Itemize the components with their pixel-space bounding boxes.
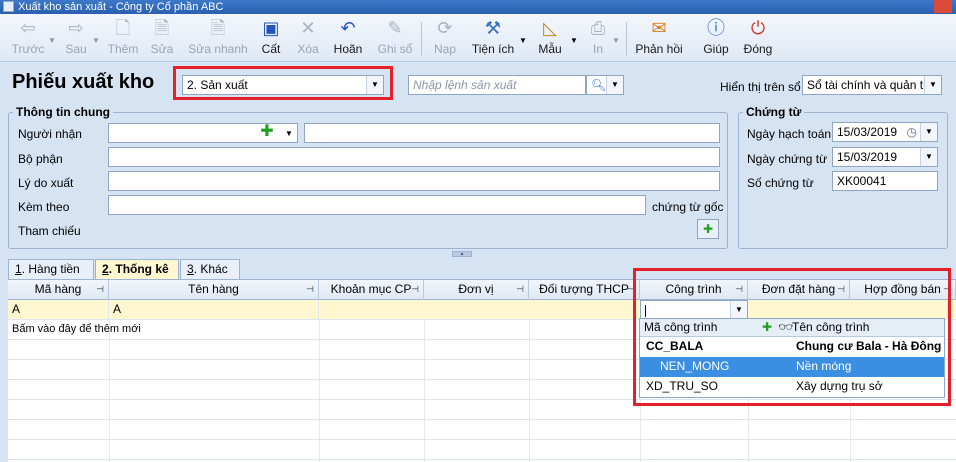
- cell-item-code[interactable]: A: [8, 300, 109, 320]
- toolbar-separator: [626, 22, 627, 56]
- toolbar-separator: [421, 22, 422, 56]
- highlight-box-project: [633, 268, 951, 406]
- toolbar: ⇦ Trước ▼ ⇨ Sau ▼ 🗋 Thêm 🗎 Sửa 🗎 Sửa nhanh ▣ C…: [0, 14, 956, 62]
- table-row: [8, 440, 956, 460]
- utilities-button[interactable]: ⚒ Tiện ích: [470, 14, 516, 62]
- col-header-cost-item[interactable]: Khoản mục CP ⊣: [319, 280, 424, 300]
- template-button[interactable]: ◺ Mẫu: [532, 14, 568, 62]
- pin-icon[interactable]: ⊣: [516, 280, 524, 299]
- app-icon: [3, 1, 14, 12]
- voucher-no-input[interactable]: XK00041: [832, 171, 938, 191]
- window-title: Xuất kho sản xuất - Công ty Cổ phần ABC: [18, 1, 224, 13]
- production-order-input[interactable]: Nhập lệnh sản xuất: [408, 75, 586, 95]
- attach-suffix: chứng từ gốc: [652, 200, 724, 214]
- quick-edit-button[interactable]: 🗎 Sửa nhanh: [186, 14, 250, 62]
- add-button[interactable]: 🗋 Thêm: [105, 14, 141, 62]
- search-button[interactable]: 🔍︎ ▼: [586, 75, 624, 95]
- voucher-type-select[interactable]: 2. Sản xuất ▼: [182, 75, 384, 95]
- print-button[interactable]: ⎙ In: [584, 14, 612, 62]
- chevron-down-icon[interactable]: ▼: [924, 76, 941, 94]
- cell-item-name[interactable]: A: [109, 300, 319, 320]
- power-icon: ⏻: [750, 18, 766, 38]
- department-label: Bộ phận: [18, 152, 63, 166]
- attach-label: Kèm theo: [18, 200, 70, 214]
- voucher-no-label: Số chứng từ: [747, 176, 814, 190]
- tab-thong-ke[interactable]: 2. Thống kê: [95, 259, 179, 279]
- new-doc-icon: 🗋: [115, 18, 131, 38]
- window-close-button[interactable]: [934, 0, 952, 13]
- edit-doc-icon: 🗎: [154, 18, 170, 38]
- chevron-down-icon[interactable]: ▼: [606, 76, 623, 94]
- search-icon: 🔍︎: [591, 78, 607, 92]
- recipient-dropdown-icon[interactable]: ▼: [285, 129, 293, 138]
- printer-icon: ⎙: [590, 18, 606, 38]
- table-row: [8, 420, 956, 440]
- close-button[interactable]: ⏻ Đóng: [740, 14, 776, 62]
- add-reference-icon[interactable]: ✚: [697, 219, 719, 239]
- prev-button[interactable]: ⇦ Trước: [8, 14, 48, 62]
- feedback-button[interactable]: ✉ Phản hồi: [632, 14, 686, 62]
- next-dropdown-icon[interactable]: ▼: [92, 36, 100, 45]
- quick-edit-icon: 🗎: [210, 18, 226, 38]
- tools-icon: ⚒: [484, 18, 502, 38]
- help-icon: ⓘ: [707, 18, 725, 38]
- add-new-hint[interactable]: Bấm vào đây để thêm mới: [8, 320, 308, 340]
- delete-button[interactable]: ✕ Xóa: [292, 14, 324, 62]
- reason-label: Lý do xuất: [18, 176, 74, 190]
- col-header-unit[interactable]: Đơn vị ⊣: [424, 280, 529, 300]
- pin-icon[interactable]: ⊣: [306, 280, 314, 299]
- attach-input[interactable]: [108, 195, 646, 215]
- display-book-label: Hiển thị trên sổ: [720, 80, 801, 94]
- help-button[interactable]: ⓘ Giúp: [700, 14, 732, 62]
- envelope-icon: ✉: [651, 18, 667, 38]
- voucher-date-input[interactable]: 15/03/2019 ▼: [832, 147, 938, 167]
- chevron-down-icon[interactable]: ▼: [920, 123, 937, 141]
- undo-button[interactable]: ↶ Hoãn: [330, 14, 366, 62]
- template-dropdown-icon[interactable]: ▼: [570, 36, 578, 45]
- ruler-icon: ◺: [543, 18, 557, 38]
- next-button[interactable]: ⇨ Sau: [60, 14, 92, 62]
- voucher-title: Chứng từ: [743, 105, 805, 119]
- col-header-cost-object[interactable]: Đối tượng THCP ⊣: [529, 280, 640, 300]
- chevron-down-icon[interactable]: ▼: [366, 76, 383, 94]
- title-bar: Xuất kho sản xuất - Công ty Cổ phần ABC: [0, 0, 956, 14]
- reason-input[interactable]: [108, 171, 720, 191]
- post-button[interactable]: ✎ Ghi sổ: [374, 14, 416, 62]
- arrow-right-icon: ⇨: [68, 18, 84, 38]
- add-recipient-icon[interactable]: ✚: [256, 123, 278, 143]
- pin-icon[interactable]: ⊣: [411, 280, 419, 299]
- load-button[interactable]: ⟳ Nạp: [428, 14, 462, 62]
- recipient-name-input[interactable]: [304, 123, 720, 143]
- floppy-icon: ▣: [262, 18, 280, 38]
- reference-label: Tham chiếu: [18, 224, 81, 238]
- pencil-icon: ✎: [387, 18, 403, 38]
- page-title: Phiếu xuất kho: [12, 71, 155, 93]
- clock-icon[interactable]: ◷: [907, 123, 917, 141]
- prev-dropdown-icon[interactable]: ▼: [48, 36, 56, 45]
- general-info-title: Thông tin chung: [13, 105, 113, 119]
- edit-button[interactable]: 🗎 Sửa: [146, 14, 178, 62]
- load-icon: ⟳: [437, 18, 453, 38]
- undo-icon: ↶: [340, 18, 356, 38]
- tab-hang-tien[interactable]: 1. Hàng tiền: [8, 259, 94, 279]
- recipient-label: Người nhận: [18, 127, 82, 141]
- pin-icon[interactable]: ⊣: [96, 280, 104, 299]
- posting-date-label: Ngày hạch toán: [747, 127, 832, 141]
- utilities-dropdown-icon[interactable]: ▼: [519, 36, 527, 45]
- arrow-left-icon: ⇦: [20, 18, 36, 38]
- chevron-down-icon[interactable]: ▼: [920, 148, 937, 166]
- delete-icon: ✕: [300, 18, 316, 38]
- posting-date-input[interactable]: 15/03/2019 ◷ ▼: [832, 122, 938, 142]
- voucher-date-label: Ngày chứng từ: [747, 152, 828, 166]
- save-button[interactable]: ▣ Cất: [256, 14, 286, 62]
- display-book-select[interactable]: Sổ tài chính và quản trị ▼: [802, 75, 942, 95]
- collapse-splitter[interactable]: ▲: [452, 251, 472, 257]
- tab-khac[interactable]: 3. Khác: [180, 259, 240, 279]
- department-input[interactable]: [108, 147, 720, 167]
- col-header-item-name[interactable]: Tên hàng ⊣: [109, 280, 319, 300]
- col-header-item-code[interactable]: Mã hàng ⊣: [8, 280, 109, 300]
- print-dropdown-icon[interactable]: ▼: [612, 36, 620, 45]
